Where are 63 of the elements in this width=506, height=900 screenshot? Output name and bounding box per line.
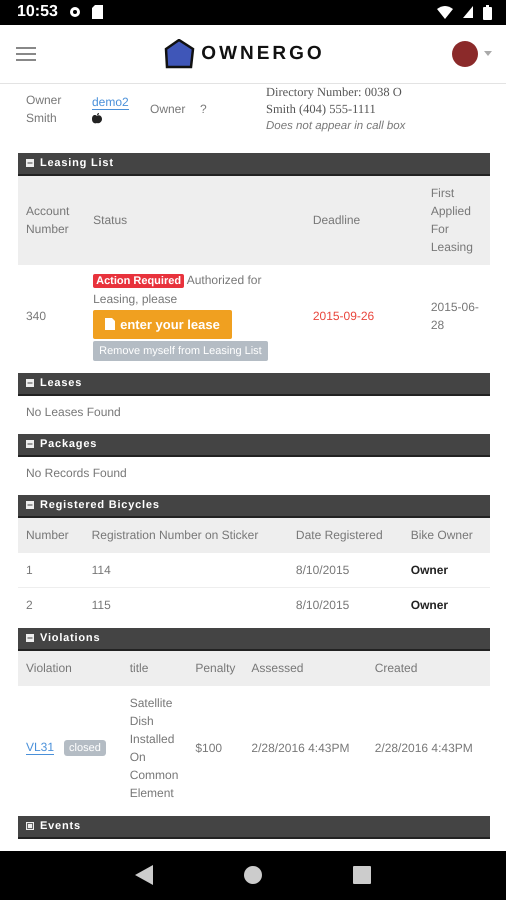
table-cell: 1: [18, 552, 84, 587]
column-header: title: [122, 650, 188, 685]
flag-text: ?: [200, 101, 208, 118]
table-cell: 115: [84, 587, 288, 622]
table-cell: 2/28/2016 4:43PM: [243, 685, 367, 810]
column-header: Assessed: [243, 650, 367, 685]
note-text: Does not appear in call box: [266, 118, 406, 134]
sd-card-icon: [92, 5, 103, 20]
clock: 10:53: [17, 3, 58, 22]
directory-text: Directory Number: 0038 O: [266, 84, 403, 100]
resident-name: Owner Smith: [26, 92, 62, 127]
section-header[interactable]: Leasing List: [18, 152, 490, 176]
collapse-icon[interactable]: [26, 440, 34, 448]
recents-icon[interactable]: [352, 866, 371, 884]
table-cell: 114: [84, 552, 288, 587]
table-cell: 2/28/2016 4:43PM: [366, 685, 490, 810]
table-cell: Satellite Dish Installed On Common Element: [122, 685, 188, 810]
column-header: Deadline: [304, 176, 423, 264]
role-text: Owner: [150, 101, 186, 118]
column-header: Registration Number on Sticker: [84, 518, 288, 552]
table-cell: 340: [18, 264, 86, 366]
signal-icon: [463, 6, 473, 18]
status-tag: closed: [64, 740, 106, 756]
collapse-icon[interactable]: [26, 379, 34, 387]
empty-message: No Records Found: [25, 464, 128, 482]
back-icon[interactable]: [135, 865, 154, 886]
table-cell: 2015-06-28: [422, 264, 490, 366]
column-header: Penalty: [187, 650, 244, 685]
empty-message: No Leases Found: [25, 404, 122, 420]
section-header[interactable]: Violations: [18, 628, 490, 650]
table-cell: Owner: [402, 552, 490, 587]
column-header: Number: [18, 518, 84, 552]
document-icon: [105, 318, 116, 330]
home-icon[interactable]: [244, 866, 262, 884]
avatar[interactable]: [452, 40, 478, 67]
table-cell: 2015-09-26: [304, 264, 423, 366]
table-cell: $100: [187, 685, 244, 810]
status-text: Action Required Authorized for Leasing, please: [93, 272, 262, 308]
logo-icon: [163, 38, 196, 69]
section-header[interactable]: Packages: [18, 434, 490, 456]
logo-text: OWNERGO: [201, 42, 325, 65]
collapse-icon[interactable]: [26, 501, 34, 509]
column-header: Account Number: [18, 176, 86, 264]
wifi-icon: [437, 6, 453, 19]
collapse-icon[interactable]: [26, 159, 34, 167]
column-header: Date Registered: [288, 518, 403, 552]
table-cell: 8/10/2015: [288, 552, 403, 587]
column-header: Bike Owner: [402, 518, 490, 552]
battery-icon: [483, 4, 492, 20]
column-header: Created: [366, 650, 490, 685]
section-header[interactable]: Events: [18, 816, 490, 838]
table-cell: 8/10/2015: [288, 587, 403, 622]
collapse-icon[interactable]: [26, 634, 34, 642]
column-header: Violation: [18, 650, 122, 685]
menu-icon[interactable]: [16, 46, 36, 62]
table-cell: 2: [18, 587, 84, 622]
section-header[interactable]: Leases: [18, 372, 490, 396]
column-header: Status: [85, 176, 305, 264]
column-header: First Applied For Leasing: [422, 176, 490, 264]
table-cell: Owner: [402, 587, 490, 622]
section-header[interactable]: Registered Bicycles: [18, 494, 490, 518]
apple-icon: [92, 112, 102, 124]
contact-text: Smith (404) 555-1111: [266, 100, 377, 118]
